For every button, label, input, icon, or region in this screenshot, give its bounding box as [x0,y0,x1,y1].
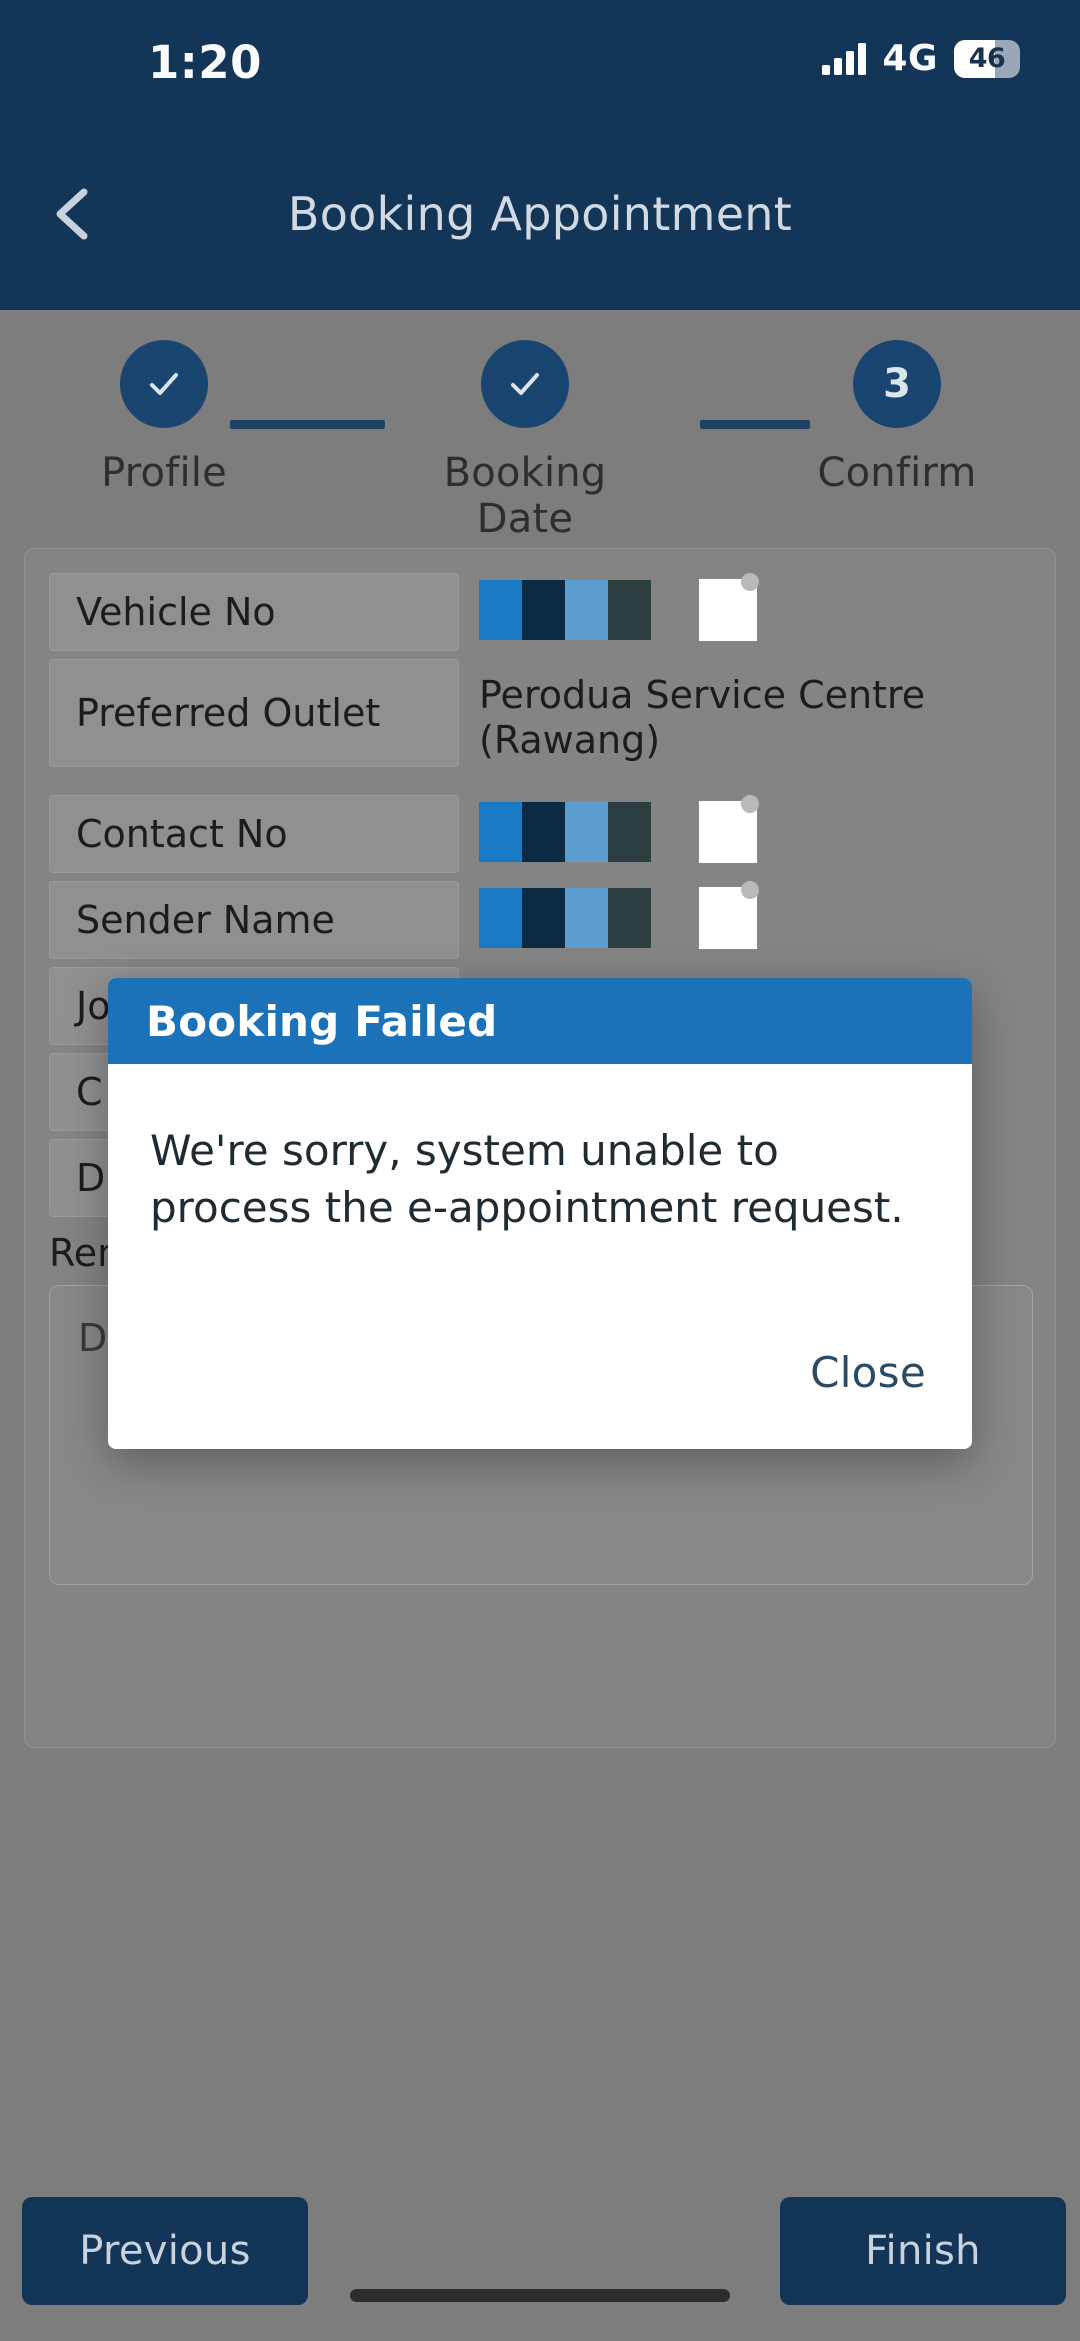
close-button[interactable]: Close [810,1348,926,1397]
booking-failed-dialog: Booking Failed We're sorry, system unabl… [108,978,972,1449]
dialog-actions: Close [108,1304,972,1449]
dialog-title: Booking Failed [146,996,498,1046]
dialog-body: We're sorry, system unable to process th… [108,1064,972,1304]
dialog-header: Booking Failed [108,978,972,1064]
dialog-message: We're sorry, system unable to process th… [150,1126,904,1233]
